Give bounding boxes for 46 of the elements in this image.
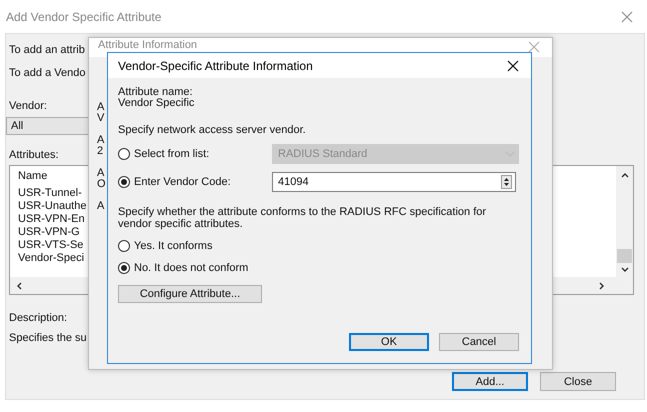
field-label: A [97,135,104,146]
window-title: Vendor-Specific Attribute Information [118,58,313,72]
window-title: Add Vendor Specific Attribute [6,10,162,24]
scrollbar-thumb[interactable] [617,249,632,263]
list-item[interactable]: USR-VPN-En [18,213,85,226]
field-label: O [97,179,106,190]
scroll-left-icon[interactable] [16,282,22,290]
dialog-button[interactable]: Add... [452,372,528,391]
list-item[interactable]: USR-Tunnel- [18,187,82,200]
instruction-text: Specify whether the attribute conforms to the RADIUS RFC specification for vendor specific attributes. [118,206,488,230]
instruction-text: To add an attrib [9,44,85,57]
radio-icon[interactable] [118,240,130,252]
vertical-scrollbar[interactable] [616,166,633,277]
close-icon[interactable] [507,60,519,72]
description-text: Specifies the su [9,332,87,345]
scroll-up-icon[interactable] [620,172,628,178]
vendor-code-field[interactable]: 41094 [272,172,516,192]
radio-icon[interactable] [118,262,130,274]
instruction-text: Specify network access server vendor. [118,125,306,136]
field-label: A [97,102,104,113]
vendor-label: Vendor: [9,100,47,113]
scroll-down-icon[interactable] [620,267,628,273]
radio-icon[interactable] [118,176,130,188]
field-label: A [97,201,104,212]
radio-option[interactable]: No. It does not conform [118,261,248,274]
dialog-button[interactable]: Close [540,372,616,391]
configure-button[interactable]: Configure Attribute... [118,285,262,303]
dialog-button[interactable]: Cancel [439,333,519,351]
spinner-icon[interactable] [501,175,512,189]
field-label: Attribute name: [118,87,193,98]
dialog-button[interactable]: OK [349,333,429,351]
list-item[interactable]: USR-VPN-G [18,226,80,239]
scroll-right-icon[interactable] [599,282,605,290]
field-value: Vendor Specific [118,98,194,109]
description-label: Description: [9,312,68,325]
field-label: A [97,168,104,179]
list-item[interactable]: USR-VTS-Se [18,239,84,252]
radio-option[interactable]: Enter Vendor Code: [118,176,231,188]
list-item[interactable]: USR-Unauthe [18,200,86,213]
instruction-text: To add a Vendo [9,67,86,80]
list-item[interactable]: Vendor-Speci [18,252,84,265]
column-header[interactable]: Name [18,170,48,183]
radio-option[interactable]: Yes. It conforms [118,239,212,252]
window-title: Attribute Information [98,39,198,51]
attributes-label: Attributes: [9,149,59,162]
field-label: 2 [97,146,104,157]
